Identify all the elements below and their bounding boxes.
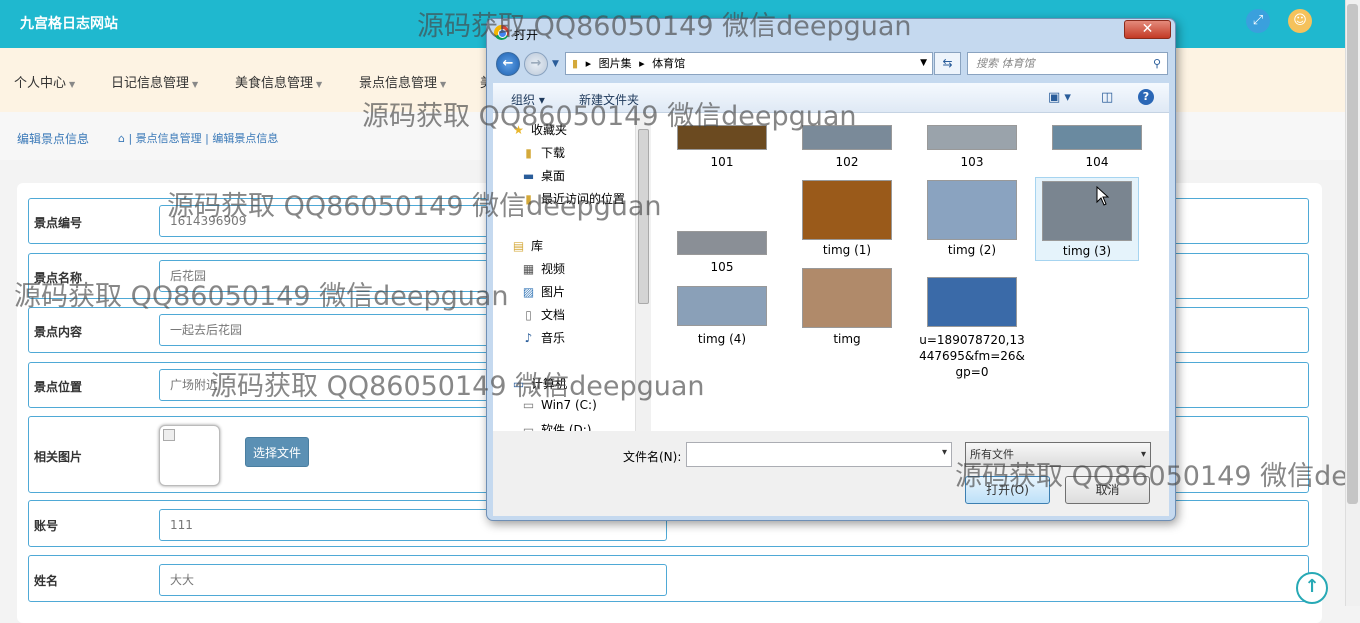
drive-icon: ▭	[522, 398, 535, 412]
view-options-icon[interactable]: ▣ ▾	[1048, 90, 1071, 105]
caret-down-icon: ▼	[316, 80, 323, 89]
file-item[interactable]: timg (4)	[667, 286, 777, 346]
download-folder-icon: ▮	[525, 146, 532, 160]
field-label: 景点内容	[34, 325, 83, 339]
history-dropdown-icon[interactable]: ▼	[552, 59, 559, 69]
tree-item-favorites[interactable]: ★ 收藏夹	[511, 121, 567, 138]
user-icon[interactable]: ☺	[1288, 9, 1312, 33]
search-input[interactable]: 搜索 体育馆 ⚲	[967, 52, 1168, 75]
tree-scrollbar[interactable]	[635, 113, 651, 431]
field-label: 相关图片	[34, 450, 83, 464]
file-item[interactable]: timg	[792, 268, 902, 346]
new-folder-button[interactable]: 新建文件夹	[579, 91, 639, 108]
back-button[interactable]: ←	[496, 52, 520, 76]
page-scrollbar[interactable]	[1345, 0, 1360, 606]
filename-input[interactable]	[686, 442, 952, 467]
menu-diary-management[interactable]: 日记信息管理 ▼	[111, 72, 198, 91]
tree-item-desktop[interactable]: ▬ 桌面	[521, 167, 565, 184]
file-item[interactable]: u=189078720,13447695&fm=26&gp=0	[917, 277, 1027, 380]
chevron-down-icon[interactable]: ▼	[920, 53, 927, 74]
cancel-button[interactable]: 取消	[1065, 476, 1150, 504]
tree-item-computer[interactable]: ▭ 计算机	[511, 375, 567, 392]
file-item[interactable]: 103	[917, 125, 1027, 169]
preview-pane-icon[interactable]: ◫	[1101, 90, 1113, 105]
address-segment[interactable]: 体育馆	[652, 57, 685, 70]
tree-item-videos[interactable]: ▦ 视频	[521, 260, 565, 277]
field-label: 姓名	[34, 574, 59, 588]
navigation-pane: ★ 收藏夹 ▮ 下载 ▬ 桌面 ▮ 最近访问的位置 ▤ 库 ▦ 视频 ▨ 图片 ▯ 文档 ♪ 音乐…	[493, 113, 651, 431]
drive-icon: ▭	[522, 423, 535, 431]
file-item[interactable]: timg (2)	[917, 180, 1027, 257]
broken-image-icon	[163, 429, 175, 441]
menu-scenic-management[interactable]: 景点信息管理 ▼	[359, 72, 446, 91]
tree-item-pictures[interactable]: ▨ 图片	[521, 283, 565, 300]
organize-button[interactable]: 组织 ▾	[511, 91, 545, 108]
command-bar: 组织 ▾ 新建文件夹 ▣ ▾ ◫ ?	[493, 83, 1169, 113]
tree-item-downloads[interactable]: ▮ 下载	[521, 144, 565, 161]
menu-personal-center[interactable]: 个人中心 ▼	[14, 72, 75, 91]
breadcrumb[interactable]: ⌂ | 景点信息管理 | 编辑景点信息	[118, 130, 278, 146]
brand-title: 九宫格日志网站	[20, 16, 118, 32]
file-item[interactable]: 101	[667, 125, 777, 169]
field-label: 景点名称	[34, 271, 83, 285]
chevron-right-icon: ▸	[585, 57, 592, 70]
scrollbar-thumb[interactable]	[1347, 4, 1358, 504]
caret-down-icon: ▼	[69, 80, 76, 89]
image-preview	[159, 425, 220, 486]
search-icon: ⚲	[1152, 57, 1161, 70]
chrome-icon	[494, 25, 509, 40]
username-field[interactable]: 大大	[159, 564, 667, 596]
computer-icon: ▭	[512, 377, 525, 391]
tree-item-music[interactable]: ♪ 音乐	[521, 329, 565, 346]
tree-item-libraries[interactable]: ▤ 库	[511, 237, 543, 254]
close-button[interactable]: ✕	[1124, 20, 1171, 39]
page-title: 编辑景点信息	[17, 132, 90, 146]
tree-item-documents[interactable]: ▯ 文档	[521, 306, 565, 323]
address-segment[interactable]: 图片集	[599, 57, 632, 70]
field-label: 账号	[34, 519, 59, 533]
file-list: 101 102 103 104 105 timg (1) timg (2) ti…	[651, 113, 1169, 431]
library-icon: ▤	[512, 239, 525, 253]
refresh-icon[interactable]: ⇆	[934, 52, 961, 75]
documents-icon: ▯	[525, 308, 532, 322]
folder-icon: ▮	[572, 57, 579, 70]
scrollbar-thumb[interactable]	[638, 129, 649, 304]
field-label: 景点编号	[34, 216, 83, 230]
file-item[interactable]: 102	[792, 125, 902, 169]
music-icon: ♪	[524, 331, 533, 345]
forward-button[interactable]: →	[524, 52, 548, 76]
dialog-title: 打开	[514, 28, 539, 42]
back-to-top-icon[interactable]: ↑	[1296, 572, 1328, 604]
help-icon[interactable]: ?	[1138, 89, 1154, 105]
file-item[interactable]: 104	[1042, 125, 1152, 169]
file-item[interactable]: 105	[667, 231, 777, 274]
caret-down-icon: ▼	[440, 80, 447, 89]
mouse-cursor-icon	[1096, 186, 1110, 206]
caret-down-icon: ▼	[192, 80, 199, 89]
pictures-icon: ▨	[522, 285, 535, 299]
filename-label: 文件名(N):	[623, 450, 682, 464]
file-item[interactable]: timg (1)	[792, 180, 902, 257]
open-button[interactable]: 打开(O)	[965, 476, 1050, 504]
chevron-right-icon: ▸	[639, 57, 645, 70]
tree-item-drive-c[interactable]: ▭ Win7 (C:)	[521, 398, 597, 412]
file-open-dialog: 打开 ✕ ← → ▼ ▮ ▸ 图片集 ▸ 体育馆 ▼ ⇆ 搜索 体育馆 ⚲ 组织 …	[486, 18, 1176, 521]
dialog-footer: 文件名(N): 所有文件 打开(O) 取消	[493, 431, 1169, 516]
star-icon: ★	[513, 123, 524, 137]
field-label: 景点位置	[34, 380, 83, 394]
tree-item-recent[interactable]: ▮ 最近访问的位置	[521, 190, 625, 207]
address-bar[interactable]: ▮ ▸ 图片集 ▸ 体育馆 ▼	[565, 52, 933, 75]
tree-item-drive-d[interactable]: ▭ 软件 (D:)	[521, 421, 592, 431]
menu-food-management[interactable]: 美食信息管理 ▼	[235, 72, 322, 91]
expand-icon[interactable]: ⤢	[1246, 9, 1270, 33]
choose-file-button[interactable]: 选择文件	[245, 437, 309, 467]
file-type-select[interactable]: 所有文件	[965, 442, 1151, 467]
file-item-selected[interactable]: timg (3)	[1035, 177, 1139, 261]
form-row-username: 姓名 大大	[28, 555, 1309, 602]
recent-places-icon: ▮	[525, 192, 532, 206]
video-icon: ▦	[522, 262, 535, 276]
desktop-icon: ▬	[522, 169, 535, 183]
